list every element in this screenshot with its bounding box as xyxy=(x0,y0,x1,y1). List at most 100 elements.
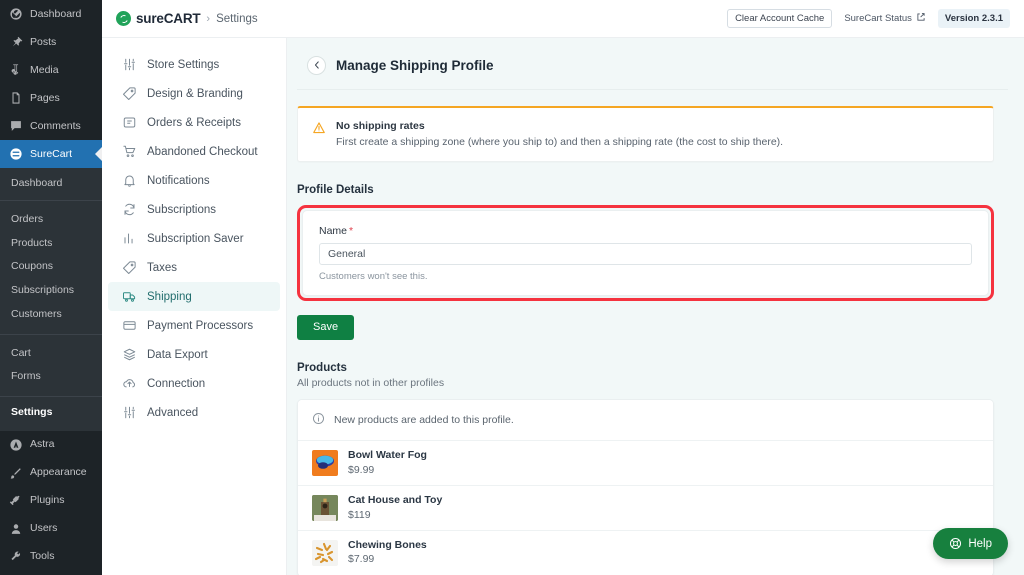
breadcrumb-settings[interactable]: Settings xyxy=(216,13,258,25)
sidebar-item-dashboard[interactable]: Dashboard xyxy=(0,0,102,28)
submenu-item-customers[interactable]: Customers xyxy=(0,303,102,327)
submenu-item-coupons[interactable]: Coupons xyxy=(0,255,102,279)
page-header: Manage Shipping Profile xyxy=(297,38,1008,90)
info-circle-icon xyxy=(312,412,325,428)
product-row[interactable]: Cat House and Toy $119 xyxy=(298,485,993,531)
profile-details-highlight: Name * General Customers won't see this. xyxy=(297,205,994,302)
notice-body: No shipping rates First create a shippin… xyxy=(336,120,783,149)
name-label-text: Name xyxy=(319,225,348,238)
comment-icon xyxy=(9,119,23,133)
settings-nav-item-subscriptions[interactable]: Subscriptions xyxy=(108,195,280,224)
settings-nav-item-connection[interactable]: Connection xyxy=(108,369,280,398)
sidebar-item-comments[interactable]: Comments xyxy=(0,112,102,140)
settings-nav-item-advanced[interactable]: Advanced xyxy=(108,398,280,427)
submenu-item-subscriptions[interactable]: Subscriptions xyxy=(0,279,102,303)
page-title: Manage Shipping Profile xyxy=(336,58,494,73)
settings-nav-item-data-export[interactable]: Data Export xyxy=(108,340,280,369)
product-price: $7.99 xyxy=(348,553,375,566)
brush-icon xyxy=(9,466,23,480)
sidebar-item-media[interactable]: Media xyxy=(0,56,102,84)
products-subheading: All products not in other profiles xyxy=(297,377,445,390)
clear-account-cache-button[interactable]: Clear Account Cache xyxy=(727,8,833,29)
help-button[interactable]: Help xyxy=(933,528,1008,559)
submenu-divider-1 xyxy=(0,199,102,201)
back-button[interactable] xyxy=(307,56,326,75)
submenu-item-dashboard[interactable]: Dashboard xyxy=(0,172,102,196)
sidebar-item-label: Tools xyxy=(30,550,55,563)
submenu-group-two: Cart Forms xyxy=(0,339,102,393)
sidebar-item-label: Astra xyxy=(30,438,55,451)
submenu-item-orders[interactable]: Orders xyxy=(0,208,102,232)
sidebar-item-label: Plugins xyxy=(30,494,65,507)
name-field-group: Name * General Customers won't see this. xyxy=(303,211,988,295)
product-row[interactable]: Bowl Water Fog $9.99 xyxy=(298,441,993,486)
name-field-label: Name * xyxy=(319,225,972,237)
settings-nav-item-abandoned-checkout[interactable]: Abandoned Checkout xyxy=(108,137,280,166)
settings-nav-label: Subscriptions xyxy=(147,203,217,216)
submenu-item-forms[interactable]: Forms xyxy=(0,365,102,389)
page-icon xyxy=(9,91,23,105)
settings-nav: Store Settings Design & Branding Orders … xyxy=(102,38,287,575)
settings-nav-item-design-branding[interactable]: Design & Branding xyxy=(108,79,280,108)
sidebar-item-tools[interactable]: Tools xyxy=(0,543,102,571)
settings-nav-item-payment-processors[interactable]: Payment Processors xyxy=(108,311,280,340)
bowl-thumb xyxy=(312,450,338,477)
notice-text: First create a shipping zone (where you … xyxy=(336,136,784,148)
sidebar-item-astra[interactable]: Astra xyxy=(0,431,102,459)
surecart-status-link[interactable]: SureCart Status xyxy=(844,12,926,25)
warning-triangle-icon xyxy=(312,121,326,149)
sidebar-item-pages[interactable]: Pages xyxy=(0,84,102,112)
settings-nav-item-subscription-saver[interactable]: Subscription Saver xyxy=(108,224,280,253)
sidebar-item-appearance[interactable]: Appearance xyxy=(0,459,102,487)
sidebar-item-surecart[interactable]: SureCart xyxy=(0,140,102,168)
help-button-label: Help xyxy=(968,537,992,550)
breadcrumb-separator-icon: › xyxy=(206,12,211,25)
status-link-label: SureCart Status xyxy=(844,13,912,24)
product-price: $119 xyxy=(348,508,371,521)
sidebar-item-plugins[interactable]: Plugins xyxy=(0,487,102,515)
no-shipping-rates-notice: No shipping rates First create a shippin… xyxy=(297,106,994,163)
sidebar-item-label: Posts xyxy=(30,35,57,48)
save-button[interactable]: Save xyxy=(297,315,355,341)
submenu-item-products[interactable]: Products xyxy=(0,232,102,256)
name-input[interactable]: General xyxy=(319,243,972,266)
surecart-logo[interactable]: sureCART xyxy=(116,11,201,26)
layers-icon xyxy=(122,347,137,362)
settings-nav-item-taxes[interactable]: Taxes xyxy=(108,253,280,282)
astra-icon xyxy=(9,438,23,452)
cat-house-thumb xyxy=(312,494,338,521)
sidebar-item-label: SureCart xyxy=(30,147,73,160)
sidebar-item-settings[interactable]: Settings xyxy=(0,571,102,575)
wrench-icon xyxy=(9,550,23,564)
settings-nav-label: Connection xyxy=(147,377,206,390)
submenu-divider-3 xyxy=(0,396,102,397)
settings-nav-label: Store Settings xyxy=(147,58,220,71)
settings-nav-label: Advanced xyxy=(147,406,199,419)
sidebar-item-label: Users xyxy=(30,522,58,535)
submenu-item-settings[interactable]: Settings xyxy=(0,401,102,425)
external-link-icon xyxy=(916,12,926,25)
product-row[interactable]: Chewing Bones $7.99 xyxy=(298,530,993,575)
required-marker: * xyxy=(349,225,354,238)
surecart-icon xyxy=(9,147,23,161)
chewing-bones-thumb xyxy=(312,539,338,566)
settings-nav-item-shipping[interactable]: Shipping xyxy=(108,282,280,311)
sidebar-item-posts[interactable]: Posts xyxy=(0,28,102,56)
main-content: Manage Shipping Profile No shipping rate… xyxy=(287,38,1024,575)
wordpress-admin-sidebar: Dashboard Posts Media Pages Comments Sur… xyxy=(0,0,102,575)
tag-outline-icon xyxy=(122,260,137,275)
surecart-app: sureCART › Settings Clear Account Cache … xyxy=(102,0,1024,575)
settings-nav-label: Payment Processors xyxy=(147,319,254,332)
name-field-help: Customers won't see this. xyxy=(319,271,428,283)
surecart-logo-icon xyxy=(116,11,131,26)
submenu-item-cart[interactable]: Cart xyxy=(0,342,102,366)
settings-nav-item-store-settings[interactable]: Store Settings xyxy=(108,50,280,79)
settings-nav-item-notifications[interactable]: Notifications xyxy=(108,166,280,195)
credit-card-icon xyxy=(122,318,137,333)
products-info-notice: New products are added to this profile. xyxy=(298,400,993,442)
sidebar-item-users[interactable]: Users xyxy=(0,515,102,543)
app-window: Dashboard Posts Media Pages Comments Sur… xyxy=(0,0,1024,575)
settings-nav-item-orders-receipts[interactable]: Orders & Receipts xyxy=(108,108,280,137)
product-name: Chewing Bones xyxy=(348,538,427,551)
products-card: New products are added to this profile. … xyxy=(297,399,994,575)
